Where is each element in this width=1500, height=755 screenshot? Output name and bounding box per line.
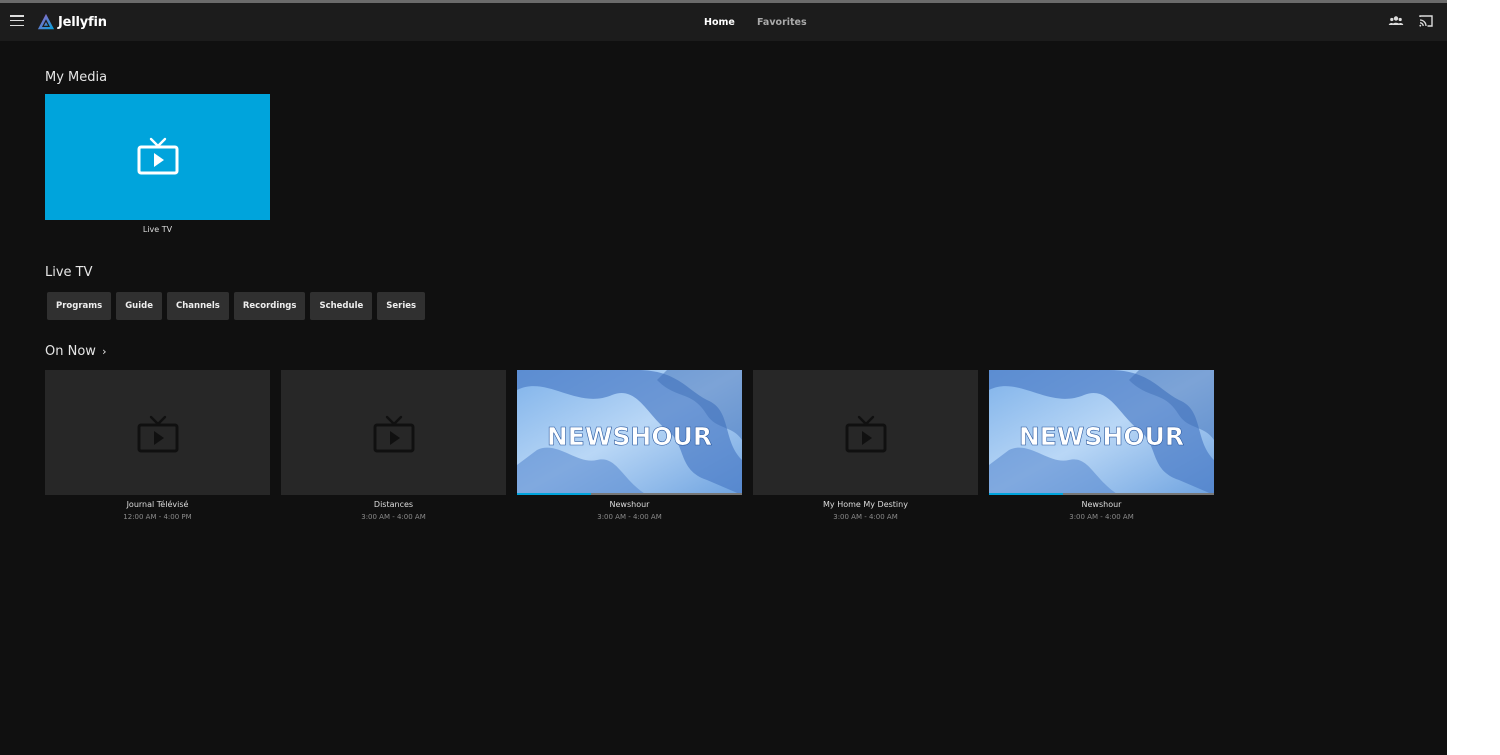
program-card[interactable] (281, 370, 506, 495)
program-card[interactable] (753, 370, 978, 495)
program-title[interactable]: Journal Télévisé (45, 500, 270, 509)
series-button[interactable]: Series (377, 292, 426, 320)
program-time: 3:00 AM - 4:00 AM (833, 513, 898, 521)
library-card-live-tv[interactable] (45, 94, 270, 220)
program-card[interactable] (45, 370, 270, 495)
tab-home[interactable]: Home (704, 17, 735, 28)
tv-icon (845, 415, 887, 453)
program-title[interactable]: Newshour (517, 500, 742, 509)
app-name: Jellyfin (58, 14, 107, 30)
guide-button[interactable]: Guide (116, 292, 162, 320)
menu-icon[interactable] (10, 15, 24, 27)
program-title[interactable]: Distances (281, 500, 506, 509)
program-time: 3:00 AM - 4:00 AM (597, 513, 662, 521)
newshour-thumbnail: NEWSHOUR (989, 370, 1214, 495)
newshour-thumbnail: NEWSHOUR (517, 370, 742, 495)
progress-bar (989, 493, 1064, 495)
jellyfin-logo[interactable]: Jellyfin (37, 13, 107, 31)
cast-icon[interactable] (1418, 13, 1434, 29)
live-tv-title: Live TV (45, 265, 93, 280)
channels-button[interactable]: Channels (167, 292, 229, 320)
program-card[interactable]: NEWSHOUR (517, 370, 742, 495)
header-bar: Jellyfin Home Favorites (0, 3, 1447, 41)
chevron-right-icon: › (102, 345, 107, 358)
my-media-title: My Media (45, 70, 108, 85)
program-title[interactable]: My Home My Destiny (753, 500, 978, 509)
newshour-logo-text: NEWSHOUR (1019, 422, 1184, 451)
programs-button[interactable]: Programs (47, 292, 112, 320)
tv-icon (137, 137, 179, 175)
library-label-live-tv[interactable]: Live TV (45, 225, 270, 234)
on-now-link[interactable]: On Now › (45, 344, 106, 359)
program-time: 3:00 AM - 4:00 AM (1069, 513, 1134, 521)
tv-icon (373, 415, 415, 453)
program-time: 3:00 AM - 4:00 AM (361, 513, 426, 521)
recordings-button[interactable]: Recordings (233, 292, 306, 320)
program-title[interactable]: Newshour (989, 500, 1214, 509)
tab-favorites[interactable]: Favorites (757, 17, 807, 28)
users-icon[interactable] (1388, 13, 1404, 29)
live-tv-buttons: Programs Guide Channels Recordings Sched… (47, 292, 430, 320)
schedule-button[interactable]: Schedule (310, 292, 373, 320)
progress-bar (517, 493, 592, 495)
on-now-title: On Now (45, 344, 96, 359)
program-time: 12:00 AM - 4:00 PM (123, 513, 192, 521)
jellyfin-logo-icon (37, 13, 55, 30)
tv-icon (137, 415, 179, 453)
app-window: Jellyfin Home Favorites My Media Live TV… (0, 0, 1447, 755)
program-card[interactable]: NEWSHOUR (989, 370, 1214, 495)
newshour-logo-text: NEWSHOUR (547, 422, 712, 451)
